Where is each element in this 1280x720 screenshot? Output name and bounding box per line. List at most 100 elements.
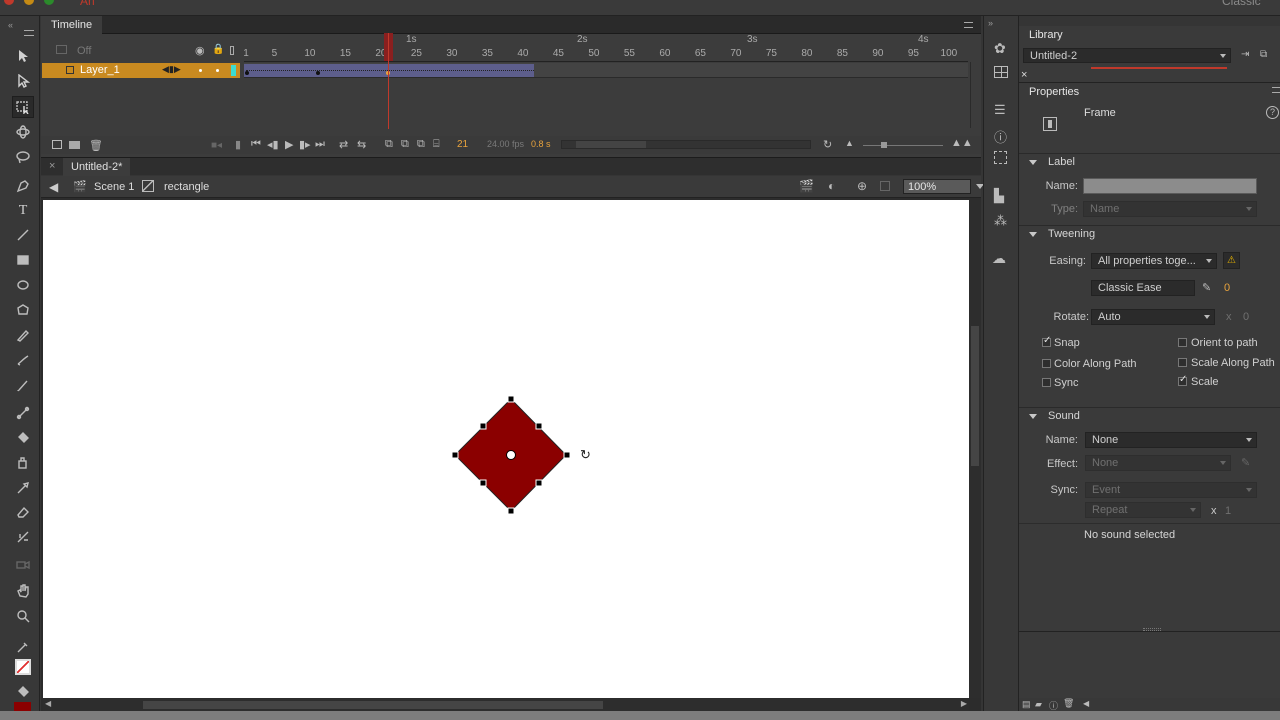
pin-library-icon[interactable]: ⇥ xyxy=(1241,49,1249,60)
frame-zoom-slider[interactable] xyxy=(863,145,943,146)
tab-document[interactable]: Untitled-2* xyxy=(63,158,131,176)
tab-library[interactable]: Library xyxy=(1019,26,1073,44)
motion-presets-icon[interactable]: ⁂ xyxy=(994,213,1007,229)
line-tool-icon[interactable] xyxy=(12,224,34,246)
panel-collapse-icon[interactable]: » xyxy=(988,18,993,28)
swatches-panel-icon[interactable] xyxy=(994,66,1008,78)
effect-select[interactable]: None xyxy=(1085,455,1231,471)
new-symbol-icon[interactable]: ▤ xyxy=(1022,699,1031,710)
center-stage-icon[interactable]: ⊕ xyxy=(857,179,867,193)
onion-skin-icon[interactable]: ⧉ xyxy=(385,138,393,151)
handle-right[interactable] xyxy=(563,451,571,459)
edit-symbol-icon[interactable]: ◐ xyxy=(828,179,835,193)
eraser-tool-icon[interactable] xyxy=(12,501,34,523)
lasso-tool-icon[interactable] xyxy=(12,146,34,168)
zoom-select[interactable]: 100% xyxy=(903,179,984,194)
keyframe-2[interactable] xyxy=(316,71,320,75)
repeat-count[interactable]: 1 xyxy=(1225,505,1231,517)
handle-top-right[interactable] xyxy=(535,422,543,430)
bone-tool-icon[interactable] xyxy=(12,402,34,424)
stage-vscroll[interactable] xyxy=(969,200,981,698)
current-frame[interactable]: 21 xyxy=(457,139,468,150)
classic-ease-button[interactable]: Classic Ease xyxy=(1091,280,1195,296)
edit-ease-icon[interactable]: ✎ xyxy=(1202,281,1211,294)
step-forward-icon[interactable]: ▮▸ xyxy=(299,138,311,151)
hand-tool-icon[interactable] xyxy=(12,580,34,602)
frame-name-input[interactable] xyxy=(1083,178,1257,194)
selection-tool-icon[interactable] xyxy=(12,45,34,67)
library-scroll-left-icon[interactable]: ◀ xyxy=(1083,699,1089,708)
new-folder-icon[interactable] xyxy=(69,141,80,149)
subselection-tool-icon[interactable] xyxy=(12,70,34,92)
elapsed-time[interactable]: 0.8 s xyxy=(531,139,551,149)
layer-row[interactable]: Layer_1 ◀▮▶ xyxy=(42,63,240,78)
oval-tool-icon[interactable] xyxy=(12,274,34,296)
section-tweening[interactable]: Tweening xyxy=(1019,225,1280,243)
rectangle-tool-icon[interactable] xyxy=(12,249,34,271)
layer-name[interactable]: Layer_1 xyxy=(80,64,120,76)
clip-icon[interactable] xyxy=(880,181,890,191)
new-layer-icon[interactable] xyxy=(52,140,62,149)
rotate-count[interactable]: 0 xyxy=(1243,311,1249,323)
layer-lock-dot[interactable] xyxy=(216,69,219,72)
scale-along-path-checkbox[interactable] xyxy=(1178,358,1187,367)
workspace-label[interactable]: Classic xyxy=(1222,0,1261,8)
orient-to-path-checkbox[interactable] xyxy=(1178,338,1187,347)
eyedropper-tool-icon[interactable] xyxy=(12,477,34,499)
scroll-thumb[interactable] xyxy=(576,141,646,148)
creative-cloud-icon[interactable]: ☁ xyxy=(992,250,1006,267)
scroll-right-icon[interactable]: ▶ xyxy=(961,699,967,708)
scroll-left-icon[interactable]: ◀ xyxy=(45,699,51,708)
stage-hscroll[interactable]: ◀ ▶ xyxy=(43,699,969,711)
lock-icon[interactable]: 🔒 xyxy=(212,44,224,55)
tools-collapse-icon[interactable]: « xyxy=(8,20,13,30)
maximize-window-button[interactable] xyxy=(44,0,54,5)
vscroll-thumb[interactable] xyxy=(971,326,979,466)
modify-markers-icon[interactable]: ⌸ xyxy=(433,138,440,151)
camera-tool-icon[interactable] xyxy=(12,554,34,576)
handle-left[interactable] xyxy=(451,451,459,459)
zoom-small-icon[interactable]: ▲ xyxy=(845,138,854,148)
new-library-folder-icon[interactable]: ▰ xyxy=(1035,699,1042,710)
section-sound[interactable]: Sound xyxy=(1019,407,1280,425)
delete-library-item-icon[interactable]: 🗑 xyxy=(1063,698,1074,709)
transform-point-icon[interactable] xyxy=(506,450,516,460)
brush-tool-icon[interactable] xyxy=(12,374,34,396)
color-along-path-checkbox[interactable] xyxy=(1042,359,1051,368)
symbol-label[interactable]: rectangle xyxy=(164,181,209,193)
stroke-color-swatch[interactable] xyxy=(12,656,34,678)
edit-effect-icon[interactable]: ✎ xyxy=(1241,456,1250,469)
timeline-vscroll[interactable] xyxy=(970,62,978,128)
width-tool-icon[interactable] xyxy=(12,526,34,548)
polystar-tool-icon[interactable] xyxy=(12,299,34,321)
new-library-icon[interactable]: ⧉ xyxy=(1260,49,1267,60)
close-window-button[interactable] xyxy=(4,0,14,5)
handle-bottom-left[interactable] xyxy=(479,479,487,487)
layer-outline-color[interactable] xyxy=(231,65,236,76)
frame-ruler[interactable] xyxy=(244,46,968,62)
step-back-icon[interactable]: ◂▮ xyxy=(267,138,279,151)
paint-bucket-tool-icon[interactable] xyxy=(12,427,34,449)
fill-color-icon[interactable] xyxy=(12,681,34,703)
delete-layer-icon[interactable]: 🗑 xyxy=(89,139,103,152)
zoom-tool-icon[interactable] xyxy=(12,605,34,627)
edit-multiple-icon[interactable]: ⧉ xyxy=(417,138,425,151)
tab-timeline[interactable]: Timeline xyxy=(41,16,103,34)
back-arrow-icon[interactable]: ◀ xyxy=(49,180,58,194)
eye-icon[interactable]: ◉ xyxy=(195,44,205,57)
help-icon[interactable]: ? xyxy=(1266,106,1279,119)
play-icon[interactable]: ▶ xyxy=(285,138,293,151)
handle-top-left[interactable] xyxy=(479,422,487,430)
layer-visible-dot[interactable] xyxy=(199,69,202,72)
sync-select[interactable]: Event xyxy=(1085,482,1257,498)
center-frame-icon[interactable]: ⇆ xyxy=(357,138,366,151)
handle-bottom[interactable] xyxy=(507,507,515,515)
stroke-color-icon[interactable] xyxy=(12,636,34,658)
ease-amount[interactable]: 0 xyxy=(1224,282,1230,294)
text-tool-icon[interactable]: T xyxy=(12,200,34,222)
transform-panel-icon[interactable] xyxy=(994,151,1007,164)
close-doc-icon[interactable]: × xyxy=(49,160,55,172)
hscroll-thumb[interactable] xyxy=(143,701,603,709)
color-panel-icon[interactable]: ✿ xyxy=(994,40,1006,57)
snap-checkbox[interactable] xyxy=(1042,335,1051,347)
